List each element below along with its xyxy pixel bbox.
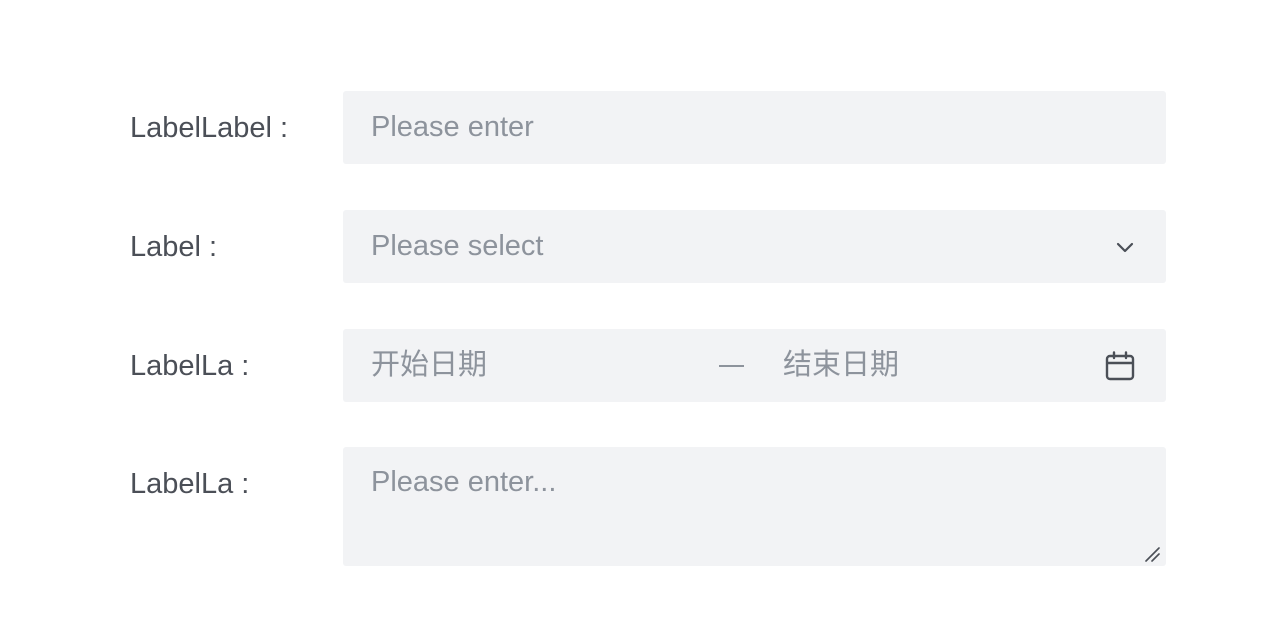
text-input[interactable]: Please enter: [343, 91, 1166, 164]
range-separator: [719, 365, 744, 367]
form: LabelLabel : Please enter Label : Please…: [0, 0, 1280, 621]
select-dropdown[interactable]: Please select: [343, 210, 1166, 283]
textarea[interactable]: Please enter...: [343, 447, 1166, 566]
form-row-textarea: LabelLa : Please enter...: [0, 447, 1280, 566]
textarea-placeholder: Please enter...: [371, 466, 557, 498]
field-label: LabelLa :: [130, 350, 250, 382]
select-placeholder: Please select: [371, 230, 544, 262]
resize-handle-icon[interactable]: [1144, 546, 1160, 562]
chevron-down-icon[interactable]: [1114, 236, 1136, 258]
field-label: Label :: [130, 231, 218, 263]
form-row-text: LabelLabel : Please enter: [0, 91, 1280, 164]
form-row-select: Label : Please select: [0, 210, 1280, 283]
input-placeholder: Please enter: [371, 111, 534, 143]
date-range-picker[interactable]: 开始日期 结束日期: [343, 329, 1166, 402]
calendar-icon[interactable]: [1104, 350, 1136, 382]
form-row-date-range: LabelLa : 开始日期 结束日期: [0, 329, 1280, 402]
end-date-input[interactable]: 结束日期: [783, 351, 899, 380]
field-label: LabelLabel :: [130, 112, 289, 144]
start-date-input[interactable]: 开始日期: [371, 351, 487, 380]
field-label: LabelLa :: [130, 468, 250, 500]
